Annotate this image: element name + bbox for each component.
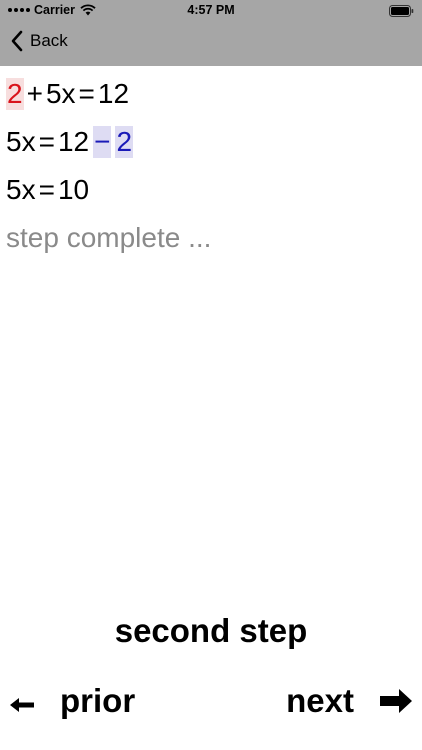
term: 5x: [6, 174, 36, 205]
prior-label: prior: [60, 682, 136, 719]
term: 5x: [45, 78, 76, 109]
term: 12: [57, 126, 90, 157]
step-status-text: step complete ...: [6, 222, 212, 253]
next-button[interactable]: next: [286, 682, 412, 720]
battery-icon: [389, 5, 414, 17]
status-bar: Carrier 4:57 PM: [0, 0, 422, 22]
operator-equals: =: [78, 78, 95, 109]
arrow-left-icon: [10, 698, 34, 712]
term: 10: [57, 174, 90, 205]
operator-equals: =: [38, 174, 55, 205]
equation-line-2: 5x = 12 − 2: [6, 118, 416, 166]
status-time: 4:57 PM: [187, 3, 235, 17]
back-label: Back: [30, 31, 68, 50]
highlighted-term: 2: [6, 78, 24, 110]
highlighted-operator-minus: −: [93, 126, 112, 158]
term: 12: [97, 78, 130, 109]
operator-plus: +: [26, 78, 43, 109]
equation-steps: 2 + 5x = 12 5x = 12 − 2 5x = 10 step com…: [6, 70, 416, 262]
operator-equals: =: [38, 126, 55, 157]
highlighted-term: 2: [115, 126, 134, 158]
equation-line-3: 5x = 10: [6, 166, 416, 214]
prior-button[interactable]: prior: [10, 682, 135, 720]
equation-line-1: 2 + 5x = 12: [6, 70, 416, 118]
top-bar: Carrier 4:57 PM Back: [0, 0, 422, 66]
arrow-right-icon: [380, 689, 412, 713]
term: 5x: [6, 126, 36, 157]
chevron-left-icon: [11, 30, 23, 52]
navigation-bar: Back: [0, 22, 422, 66]
step-title: second step: [114, 612, 308, 649]
back-button[interactable]: Back: [10, 30, 68, 52]
next-label: next: [286, 682, 354, 719]
